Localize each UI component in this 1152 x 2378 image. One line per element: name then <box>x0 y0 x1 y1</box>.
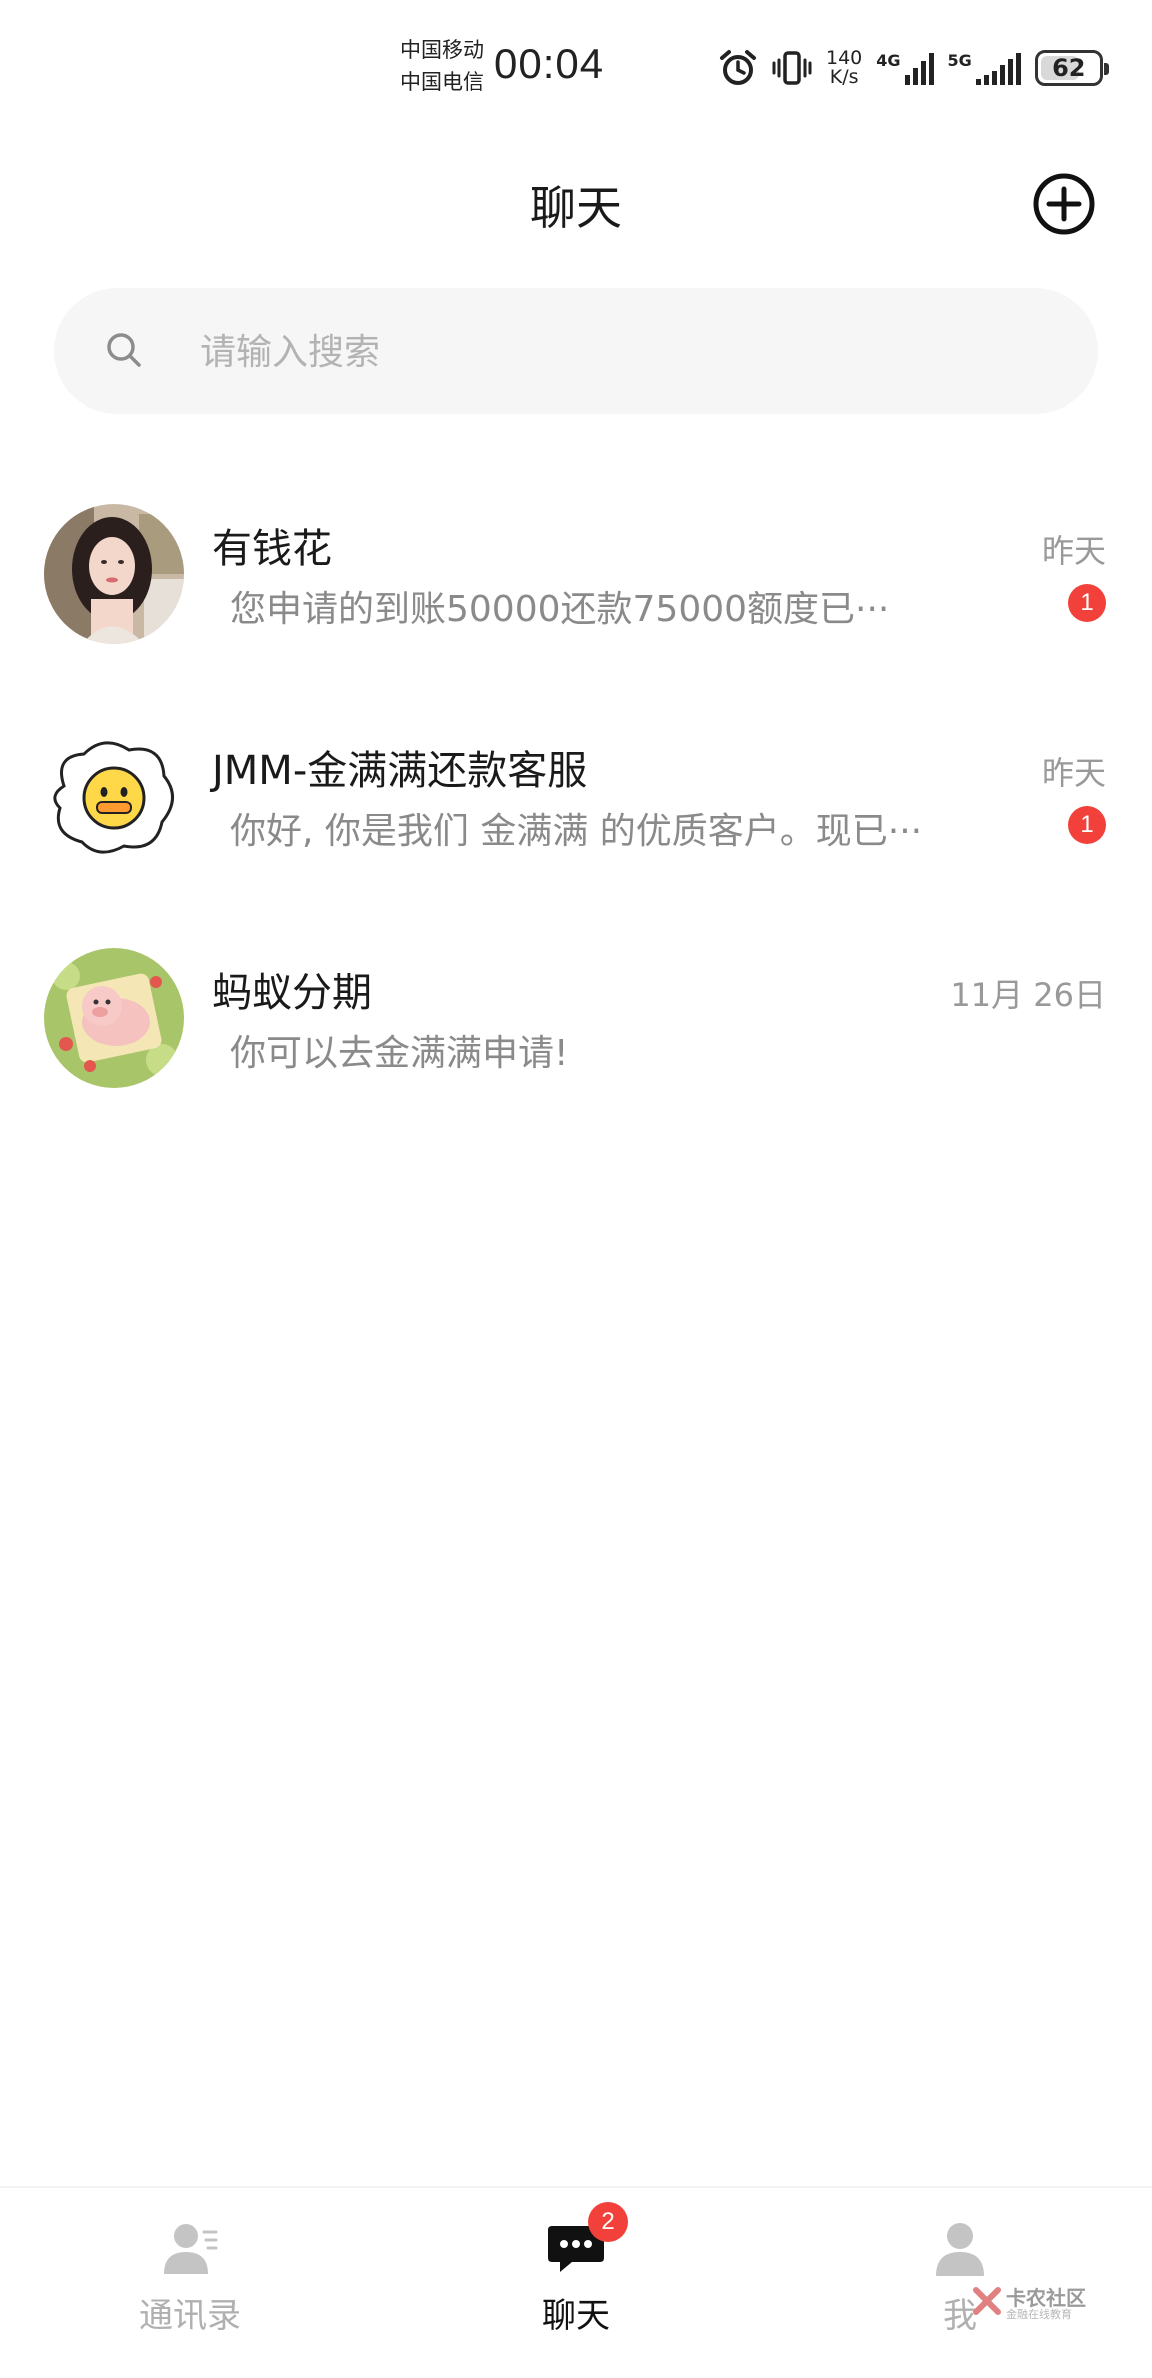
chat-item-youqianhua[interactable]: 有钱花 您申请的到账50000还款75000额度已··· 昨天 1 <box>0 478 1152 678</box>
nav-label-chat: 聊天 <box>542 2296 610 2336</box>
signal-icon <box>904 51 934 85</box>
page-title: 聊天 <box>530 181 622 235</box>
status-icons: 140 K/s 4G 5G 62 <box>718 44 1109 92</box>
net-type-2: 5G <box>947 51 972 70</box>
speed-unit: K/s <box>829 66 859 88</box>
avatar-photo <box>44 504 184 644</box>
unread-badge: 1 <box>1068 806 1106 844</box>
search-bar[interactable] <box>54 288 1098 416</box>
vibrate-icon <box>772 51 812 85</box>
carrier-2: 中国电信 <box>400 70 484 94</box>
status-bar: 中国移动 中国电信 00:04 140 K/s 4G 5G 62 <box>0 0 1152 130</box>
user-icon <box>936 2223 984 2276</box>
nav-label-contacts: 通讯录 <box>139 2296 241 2336</box>
chat-name: 蚂蚁分期 <box>212 970 372 1016</box>
signal-5g: 5G <box>948 51 1021 85</box>
search-icon <box>107 333 141 367</box>
chat-time: 11月 26日 <box>950 976 1106 1014</box>
signal-icon <box>975 51 1021 85</box>
avatar <box>44 948 184 1088</box>
watermark-subtext: 金融在线教育 <box>1006 2308 1072 2321</box>
avatar <box>44 504 184 644</box>
carrier-info: 中国移动 中国电信 <box>400 34 484 98</box>
chat-preview: 你可以去金满满申请! <box>230 1033 569 1074</box>
net-type-1: 4G <box>876 51 901 70</box>
alarm-icon <box>720 50 756 85</box>
chat-nav-badge: 2 <box>588 2202 628 2242</box>
signal-4g: 4G <box>876 51 934 85</box>
chat-preview: 您申请的到账50000还款75000额度已··· <box>230 589 890 630</box>
chat-time: 昨天 <box>1041 754 1106 792</box>
chat-time: 昨天 <box>1041 532 1106 570</box>
chat-name: 有钱花 <box>212 526 332 572</box>
avatar <box>44 726 184 866</box>
battery-icon: 62 <box>1034 50 1109 86</box>
unread-badge: 1 <box>1068 584 1106 622</box>
chat-item-jmm-service[interactable]: JMM-金满满还款客服 你好, 你是我们 金满满 的优质客户。现已··· 昨天 … <box>0 700 1152 900</box>
chat-name: JMM-金满满还款客服 <box>212 748 588 794</box>
nav-item-chat[interactable]: 聊天 <box>456 2188 696 2378</box>
nav-item-contacts[interactable]: 通讯录 <box>70 2188 310 2378</box>
bottom-nav: 通讯录 聊天 我 <box>0 2186 1152 2378</box>
avatar-pig <box>44 948 184 1088</box>
contacts-icon <box>164 2224 218 2274</box>
search-input[interactable] <box>198 288 1062 416</box>
avatar-egg-duck <box>44 726 184 866</box>
watermark: 卡农社区 金融在线教育 <box>972 2286 1092 2322</box>
watermark-logo-icon <box>973 2287 1001 2315</box>
add-circle-icon[interactable] <box>1032 172 1096 236</box>
battery-level: 62 <box>1052 54 1086 82</box>
chat-item-mayi-fenqi[interactable]: 蚂蚁分期 你可以去金满满申请! 11月 26日 <box>0 922 1152 1122</box>
carrier-1: 中国移动 <box>400 38 484 62</box>
chat-preview: 你好, 你是我们 金满满 的优质客户。现已··· <box>230 811 923 852</box>
status-clock: 00:04 <box>494 40 605 87</box>
network-speed: 140 K/s <box>826 49 862 87</box>
